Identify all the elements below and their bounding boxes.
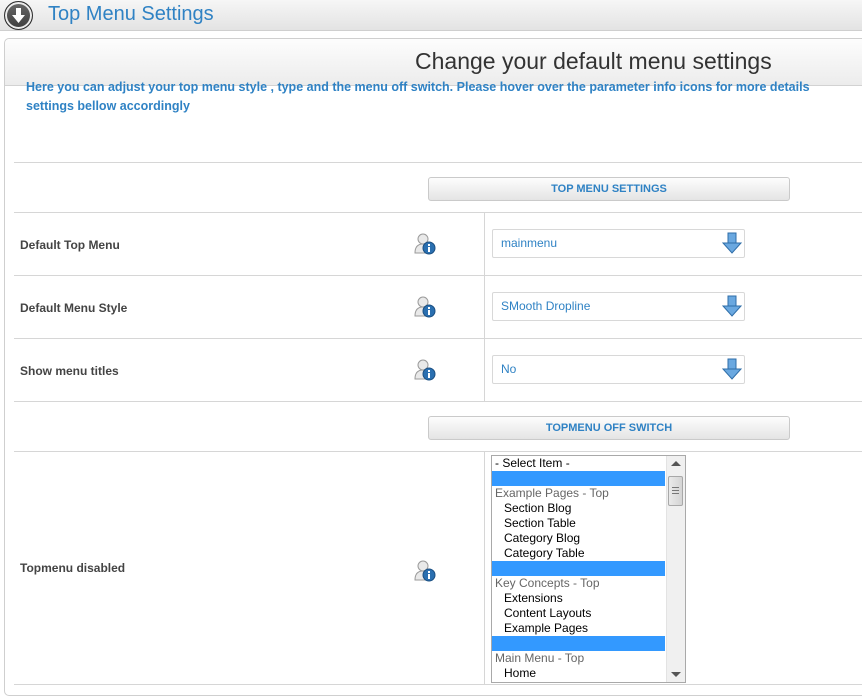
dropdown-arrow-icon[interactable] — [722, 358, 742, 380]
listbox-option[interactable]: Main Menu - Top — [492, 651, 665, 666]
info-icon[interactable] — [414, 560, 436, 582]
field-label-topmenu-disabled: Topmenu disabled — [20, 561, 126, 575]
show-menu-titles-select[interactable]: No — [492, 355, 745, 384]
listbox-separator[interactable] — [492, 561, 665, 576]
divider — [14, 338, 862, 339]
dropdown-arrow-icon[interactable] — [722, 295, 742, 317]
info-icon[interactable] — [414, 296, 436, 318]
divider — [14, 275, 862, 276]
scrollbar-thumb[interactable] — [668, 476, 683, 506]
page-title: Top Menu Settings — [48, 3, 214, 25]
listbox-option[interactable]: Example Pages - Top — [492, 486, 665, 501]
intro-line-1: Here you can adjust your top menu style … — [26, 80, 810, 94]
listbox-option[interactable]: Category Blog — [492, 531, 665, 546]
panel-heading: Change your default menu settings — [415, 48, 772, 74]
select-value: SMooth Dropline — [501, 299, 591, 313]
column-divider — [484, 451, 485, 684]
listbox-option[interactable]: Extensions — [492, 591, 665, 606]
listbox-option[interactable]: Section Table — [492, 516, 665, 531]
divider — [14, 162, 862, 163]
field-label-default-menu-style: Default Menu Style — [20, 301, 128, 315]
divider — [14, 401, 862, 402]
field-label-default-top-menu: Default Top Menu — [20, 238, 120, 252]
down-arrow-icon[interactable] — [4, 1, 33, 30]
scroll-up-icon[interactable] — [671, 461, 681, 466]
default-menu-style-select[interactable]: SMooth Dropline — [492, 292, 745, 321]
column-divider — [484, 212, 485, 401]
info-icon[interactable] — [414, 233, 436, 255]
listbox-option[interactable]: Home — [492, 666, 665, 681]
select-value: No — [501, 362, 517, 376]
topmenu-disabled-listbox[interactable]: - Select Item - Example Pages - Top Sectio… — [491, 455, 686, 683]
intro-text: Here you can adjust your top menu style … — [26, 78, 862, 116]
divider — [14, 451, 862, 452]
scroll-down-icon[interactable] — [671, 672, 681, 677]
info-icon[interactable] — [414, 359, 436, 381]
listbox-separator[interactable] — [492, 471, 665, 486]
listbox-option[interactable]: Category Table — [492, 546, 665, 561]
listbox-option[interactable]: Key Concepts - Top — [492, 576, 665, 591]
listbox-option[interactable]: - Select Item - — [492, 456, 665, 471]
listbox-scrollbar[interactable] — [666, 456, 685, 682]
section-top-menu-settings[interactable]: TOP MENU SETTINGS — [428, 177, 790, 201]
select-value: mainmenu — [501, 236, 558, 250]
divider — [14, 212, 862, 213]
listbox-separator[interactable] — [492, 636, 665, 651]
listbox-options: - Select Item - Example Pages - Top Sectio… — [492, 456, 665, 681]
section-topmenu-off-switch[interactable]: TOPMENU OFF SWITCH — [428, 416, 790, 440]
field-label-show-menu-titles: Show menu titles — [20, 364, 119, 378]
listbox-option[interactable]: Example Pages — [492, 621, 665, 636]
dropdown-arrow-icon[interactable] — [722, 232, 742, 254]
listbox-option[interactable]: Section Blog — [492, 501, 665, 516]
intro-line-2: settings bellow accordingly — [26, 99, 190, 113]
divider — [14, 684, 862, 685]
top-bar: Top Menu Settings — [0, 0, 862, 31]
listbox-option[interactable]: Content Layouts — [492, 606, 665, 621]
default-top-menu-select[interactable]: mainmenu — [492, 229, 745, 258]
